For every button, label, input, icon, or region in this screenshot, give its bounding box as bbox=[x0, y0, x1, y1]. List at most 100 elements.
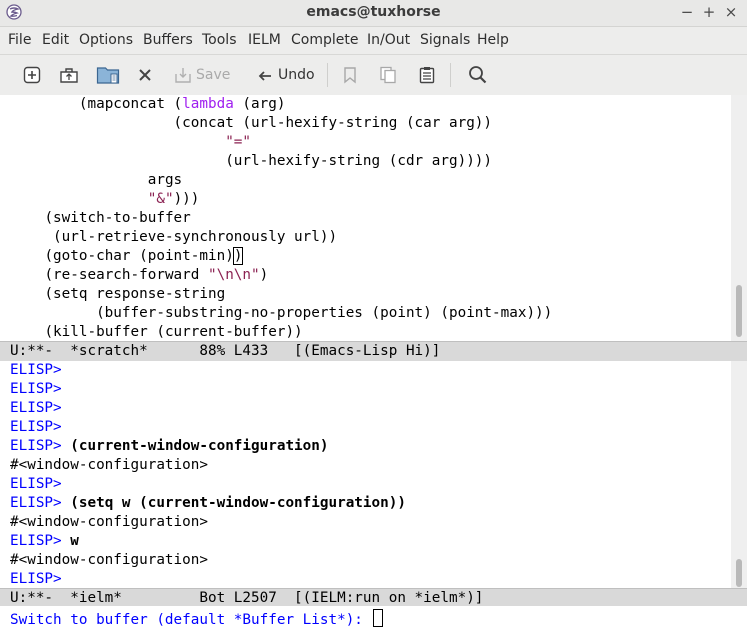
ielm-prompt: ELISP> bbox=[10, 362, 62, 378]
code-line: args bbox=[10, 171, 182, 190]
folder-up-icon bbox=[60, 68, 78, 83]
copy-button[interactable] bbox=[378, 63, 398, 87]
scrollbar-thumb[interactable] bbox=[736, 285, 742, 337]
maximize-icon[interactable]: + bbox=[700, 3, 718, 21]
new-file-button[interactable] bbox=[22, 63, 42, 87]
code-line: "=" bbox=[10, 133, 251, 152]
tool-bar: Save Undo bbox=[0, 55, 747, 96]
copy-icon bbox=[380, 66, 396, 84]
cut-button[interactable] bbox=[340, 63, 360, 87]
ielm-input-line: ELISP> (current-window-configuration) bbox=[10, 437, 329, 456]
menu-options[interactable]: Options bbox=[79, 32, 133, 48]
close-icon[interactable]: × bbox=[722, 3, 740, 21]
ielm-input-line: ELISP> bbox=[10, 399, 62, 418]
scratch-mode-line-text: U:**- *scratch* 88% L433 [(Emacs-Lisp Hi… bbox=[10, 343, 441, 359]
ielm-input-line: ELISP> bbox=[10, 418, 62, 437]
ielm-input: (current-window-configuration) bbox=[70, 438, 329, 454]
ielm-input-line: ELISP> (setq w (current-window-configura… bbox=[10, 494, 406, 513]
cut-icon bbox=[344, 67, 356, 84]
kill-buffer-button[interactable] bbox=[136, 63, 154, 87]
code-token: ) bbox=[259, 267, 269, 283]
code-token: (mapconcat ( bbox=[78, 96, 183, 112]
code-token: (url-hexify-string (cdr arg)))) bbox=[225, 153, 493, 169]
undo-button[interactable]: Undo bbox=[255, 63, 315, 87]
code-token: (buffer-substring-no-properties (point) … bbox=[96, 305, 553, 321]
code-token: (arg) bbox=[233, 96, 286, 112]
search-button[interactable] bbox=[467, 63, 489, 87]
title-bar: emacs@tuxhorse − + × bbox=[0, 0, 747, 27]
paste-button[interactable] bbox=[417, 63, 437, 87]
menu-buffers[interactable]: Buffers bbox=[143, 32, 193, 48]
keyword-token: lambda bbox=[182, 96, 234, 112]
code-line: (goto-char (point-min)) bbox=[10, 247, 244, 266]
ielm-input: (setq w (current-window-configuration)) bbox=[70, 495, 406, 511]
scratch-buffer-window[interactable]: (mapconcat (lambda (arg) (concat (url-he… bbox=[0, 95, 731, 341]
code-token: (kill-buffer (current-buffer)) bbox=[44, 324, 303, 340]
text-cursor bbox=[372, 609, 383, 627]
ielm-prompt: ELISP> bbox=[10, 438, 62, 454]
ielm-buffer-window[interactable]: ELISP> ELISP> ELISP> ELISP> ELISP> (current-… bbox=[0, 361, 731, 589]
toolbar-separator bbox=[327, 63, 328, 87]
menu-file[interactable]: File bbox=[8, 32, 31, 48]
code-line: (url-hexify-string (cdr arg)))) bbox=[10, 152, 492, 171]
code-line: (url-retrieve-synchronously url)) bbox=[10, 228, 337, 247]
ielm-prompt: ELISP> bbox=[10, 400, 62, 416]
string-token: "\n\n" bbox=[207, 267, 260, 283]
open-directory-button[interactable] bbox=[59, 63, 79, 87]
minibuffer-prompt[interactable]: Switch to buffer (default *Buffer List*)… bbox=[10, 609, 383, 630]
ielm-prompt: ELISP> bbox=[10, 419, 62, 435]
code-token: (re-search-forward bbox=[44, 267, 208, 283]
ielm-output-line: #<window-configuration> bbox=[10, 552, 208, 568]
ielm-input-line: ELISP> bbox=[10, 361, 62, 380]
menu-tools[interactable]: Tools bbox=[202, 32, 237, 48]
scratch-scrollbar[interactable] bbox=[731, 95, 747, 341]
ielm-input: w bbox=[70, 533, 79, 549]
ielm-input-line: ELISP> bbox=[10, 475, 62, 494]
new-file-icon bbox=[23, 66, 41, 84]
menu-ielm[interactable]: IELM bbox=[248, 32, 281, 48]
code-line: (mapconcat (lambda (arg) bbox=[10, 95, 286, 114]
ielm-scrollbar[interactable] bbox=[731, 361, 747, 589]
code-token: (url-retrieve-synchronously url)) bbox=[53, 229, 338, 245]
ielm-input-line: ELISP> w bbox=[10, 532, 79, 551]
undo-label: Undo bbox=[278, 67, 315, 83]
minibuffer[interactable]: Switch to buffer (default *Buffer List*)… bbox=[0, 606, 747, 631]
code-line: (re-search-forward "\n\n") bbox=[10, 266, 268, 285]
string-token: "=" bbox=[225, 134, 252, 150]
dired-button[interactable] bbox=[96, 63, 120, 87]
code-token: ))) bbox=[173, 191, 200, 207]
code-line: (concat (url-hexify-string (car arg)) bbox=[10, 114, 492, 133]
ielm-output-line: #<window-configuration> bbox=[10, 457, 208, 473]
undo-icon bbox=[258, 71, 271, 81]
save-button[interactable]: Save bbox=[173, 63, 230, 87]
save-label: Save bbox=[196, 67, 231, 83]
ielm-input-line: ELISP> bbox=[10, 570, 62, 589]
minimize-icon[interactable]: − bbox=[678, 3, 696, 21]
menu-signals[interactable]: Signals bbox=[420, 32, 470, 48]
ielm-prompt: ELISP> bbox=[10, 381, 62, 397]
ielm-input-line: ELISP> bbox=[10, 380, 62, 399]
point-cursor: ) bbox=[232, 247, 244, 265]
code-line: (switch-to-buffer bbox=[10, 209, 191, 228]
menu-edit[interactable]: Edit bbox=[42, 32, 69, 48]
folder-icon bbox=[96, 67, 120, 84]
scrollbar-thumb[interactable] bbox=[736, 559, 742, 587]
menu-help[interactable]: Help bbox=[477, 32, 509, 48]
code-line: (buffer-substring-no-properties (point) … bbox=[10, 304, 552, 323]
code-token: (switch-to-buffer bbox=[44, 210, 191, 226]
ielm-prompt: ELISP> bbox=[10, 571, 62, 587]
code-token: (concat (url-hexify-string (car arg)) bbox=[173, 115, 493, 131]
code-token: args bbox=[147, 172, 183, 188]
code-token: (goto-char (point-min) bbox=[44, 248, 234, 264]
save-icon bbox=[175, 68, 191, 83]
code-token: (setq response-string bbox=[44, 286, 226, 302]
ielm-prompt: ELISP> bbox=[10, 476, 62, 492]
toolbar-separator bbox=[450, 63, 451, 87]
ielm-output-line: #<window-configuration> bbox=[10, 514, 208, 530]
menu-complete[interactable]: Complete bbox=[291, 32, 358, 48]
code-line: "&"))) bbox=[10, 190, 200, 209]
menu-in-out[interactable]: In/Out bbox=[367, 32, 410, 48]
paste-icon bbox=[419, 67, 435, 84]
code-line: (kill-buffer (current-buffer)) bbox=[10, 323, 303, 341]
ielm-prompt: ELISP> bbox=[10, 495, 62, 511]
